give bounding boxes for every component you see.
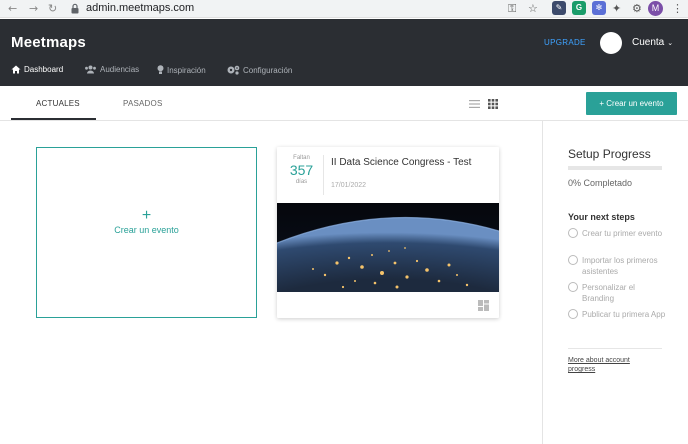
account-progress-link[interactable]: More about account progress xyxy=(568,356,658,374)
grid-view-icon[interactable] xyxy=(488,99,498,109)
address-bar[interactable]: admin.meetmaps.com xyxy=(86,2,194,14)
dashboard-icon[interactable] xyxy=(478,300,489,311)
account-menu[interactable]: Cuenta ⌄ xyxy=(632,37,673,48)
days-remaining-count: 357 xyxy=(289,162,314,178)
upgrade-link[interactable]: UPGRADE xyxy=(544,38,586,47)
forward-icon[interactable]: → xyxy=(29,2,38,15)
step-label: Personalizar el Branding xyxy=(582,283,635,303)
event-card[interactable]: Faltan 357 días II Data Science Congress… xyxy=(277,147,499,318)
kebab-menu-icon[interactable]: ⋮ xyxy=(672,2,683,15)
home-icon xyxy=(11,65,21,74)
nav-item-dashboard[interactable]: Dashboard xyxy=(11,65,63,74)
setup-progress-panel: Setup Progress 0% Completado Your next s… xyxy=(542,121,688,444)
progress-text: 0% Completado xyxy=(568,178,633,188)
key-icon[interactable]: ⚿ xyxy=(508,2,516,16)
step-checkbox[interactable] xyxy=(568,255,578,265)
gears-icon xyxy=(227,65,240,75)
list-view-icon[interactable] xyxy=(469,100,480,108)
profile-avatar[interactable]: M xyxy=(648,1,663,16)
nav-label: Dashboard xyxy=(24,65,64,74)
users-icon xyxy=(85,65,96,74)
step-checkbox[interactable] xyxy=(568,309,578,319)
next-steps-title: Your next steps xyxy=(568,212,635,222)
nav-item-inspiracion[interactable]: Inspiración xyxy=(157,65,206,75)
app-header: Meetmaps UPGRADE Cuenta ⌄ Dashboard Audie… xyxy=(0,19,688,86)
divider xyxy=(323,155,324,195)
nav-label: Audiencias xyxy=(100,65,140,74)
nav-item-audiencias[interactable]: Audiencias xyxy=(84,65,139,74)
browser-toolbar: ← → ↻ admin.meetmaps.com ⚿ ☆ ✎ G ✻ ✦ ⚙ M… xyxy=(0,0,688,18)
days-remaining-suffix: días xyxy=(295,179,308,185)
step-checkbox[interactable] xyxy=(568,282,578,292)
nav-item-configuracion[interactable]: Configuración xyxy=(227,65,292,75)
divider xyxy=(568,348,662,349)
extension-icon[interactable]: ✎ xyxy=(552,1,566,15)
event-cover-image xyxy=(277,203,499,292)
active-tab-indicator xyxy=(11,118,96,120)
step-label: Publicar tu primera App xyxy=(582,310,666,319)
nav-label: Configuración xyxy=(243,66,293,75)
create-event-button[interactable]: + Crear un evento xyxy=(586,92,677,115)
brand-logo[interactable]: Meetmaps xyxy=(11,34,86,51)
nav-label: Inspiración xyxy=(167,66,206,75)
event-title[interactable]: II Data Science Congress - Test xyxy=(331,157,471,168)
back-icon[interactable]: ← xyxy=(8,2,17,15)
extension-icon[interactable]: ✻ xyxy=(592,1,606,15)
account-label: Cuenta xyxy=(632,37,665,48)
create-event-card[interactable]: + Crear un evento xyxy=(36,147,257,318)
events-tabs-bar: ACTUALES PASADOS + Crear un evento xyxy=(0,86,688,121)
tab-pasados[interactable]: PASADOS xyxy=(123,99,163,108)
star-icon[interactable]: ☆ xyxy=(528,2,538,15)
extension-icon[interactable]: ⚙ xyxy=(632,2,642,15)
lightbulb-icon xyxy=(157,65,164,74)
days-remaining-prefix: Faltan xyxy=(293,155,310,161)
setup-progress-title: Setup Progress xyxy=(568,147,651,161)
puzzle-icon[interactable]: ✦ xyxy=(612,2,621,15)
lock-icon xyxy=(71,3,79,14)
days-remaining: Faltan 357 días xyxy=(285,155,318,199)
step-checkbox[interactable] xyxy=(568,228,578,238)
step-label: Crear tu primer evento xyxy=(582,229,663,238)
avatar[interactable] xyxy=(600,32,622,54)
chevron-down-icon: ⌄ xyxy=(667,40,674,47)
plus-icon: + xyxy=(141,207,152,224)
event-date: 17/01/2022 xyxy=(331,182,367,189)
extension-icon[interactable]: G xyxy=(572,1,586,15)
step-label: Importar los primeros asistentes xyxy=(582,256,658,276)
reload-icon[interactable]: ↻ xyxy=(48,2,57,15)
create-event-label: Crear un evento xyxy=(114,225,179,235)
tab-actuales[interactable]: ACTUALES xyxy=(36,99,80,108)
progress-bar xyxy=(568,166,662,170)
